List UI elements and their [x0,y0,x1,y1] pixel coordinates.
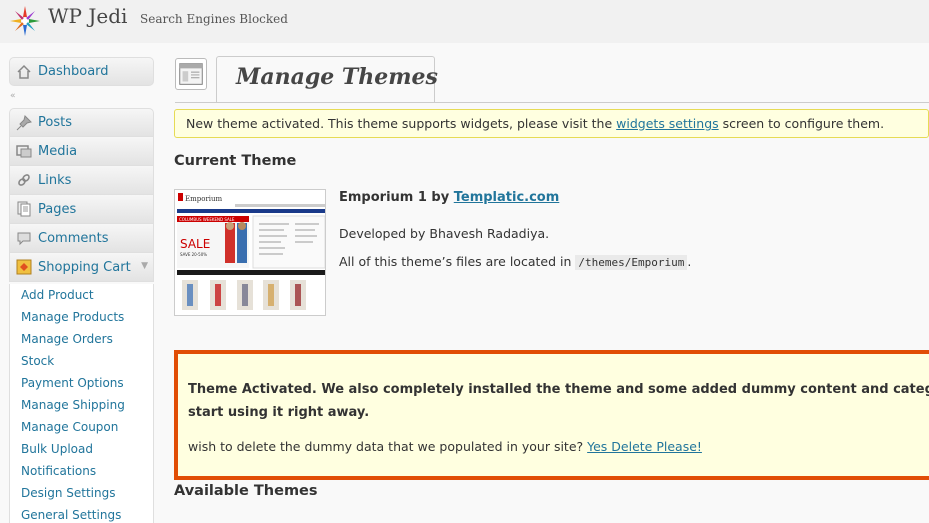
submenu-item-manage-shipping[interactable]: Manage Shipping [10,394,153,416]
theme-by: by [426,190,454,205]
cart-icon [15,258,33,276]
submenu-item-payment-options[interactable]: Payment Options [10,372,153,394]
submenu-item-general-settings[interactable]: General Settings [10,504,153,523]
theme-activation-notice: Theme Activated. We also completely inst… [174,350,929,480]
sidebar-item-label: Posts [38,115,72,130]
submenu-item-design-settings[interactable]: Design Settings [10,482,153,504]
theme-name: Emporium 1 [339,190,427,205]
current-theme-heading: Current Theme [174,153,297,169]
pages-icon [15,200,33,218]
submenu-item-bulk-upload[interactable]: Bulk Upload [10,438,153,460]
submenu-item-stock[interactable]: Stock [10,350,153,372]
yes-delete-link[interactable]: Yes Delete Please! [587,439,702,454]
pin-icon [15,114,33,132]
site-logo-icon [10,6,40,36]
home-icon [15,63,33,81]
theme-screenshot: Emporium COLUMBUS WEEKEND SALE SALE SAVE… [174,189,326,316]
thumb-banner: COLUMBUS WEEKEND SALE [179,217,235,222]
sidebar-item-pages[interactable]: Pages [9,195,154,224]
submenu-item-manage-products[interactable]: Manage Products [10,306,153,328]
widgets-notice: New theme activated. This theme supports… [174,109,929,138]
activation-message: Theme Activated. We also completely inst… [188,378,929,424]
sidebar-item-dashboard[interactable]: Dashboard [9,57,154,86]
sidebar-item-links[interactable]: Links [9,166,154,195]
tab-divider [175,102,929,103]
site-title[interactable]: WP Jedi [48,4,127,28]
themes-screen-icon [175,58,207,90]
sidebar-item-label: Media [38,143,78,159]
expand-arrow-icon[interactable]: ▼ [141,261,148,271]
delete-dummy-data-line: wish to delete the dummy data that we po… [188,439,702,454]
submenu-item-manage-orders[interactable]: Manage Orders [10,328,153,350]
comment-icon [15,229,33,247]
activation-line-2: start using it right away. [188,405,370,420]
sidebar-item-label: Links [38,172,72,188]
sidebar-item-shopping-cart[interactable]: Shopping Cart ▼ [9,253,154,282]
sidebar-item-label: Comments [38,230,109,246]
sidebar-item-media[interactable]: Media [9,137,154,166]
files-suffix: . [687,254,692,269]
media-icon [15,142,33,160]
thumb-logo: Emporium [185,195,223,203]
notice-text: New theme activated. This theme supports… [186,116,617,131]
thumb-save: SAVE 20-50% [180,252,207,257]
sidebar-item-label: Pages [38,201,77,217]
shopping-cart-submenu: Add Product Manage Products Manage Order… [9,284,154,523]
files-prefix: All of this theme’s files are located in [339,254,576,269]
sidebar-item-comments[interactable]: Comments [9,224,154,253]
submenu-item-notifications[interactable]: Notifications [10,460,153,482]
sidebar-item-posts[interactable]: Posts [9,108,154,137]
sidebar-item-label: Shopping Cart [38,259,131,275]
submenu-item-manage-coupon[interactable]: Manage Coupon [10,416,153,438]
search-engines-status: Search Engines Blocked [140,12,288,26]
delete-dummy-text: wish to delete the dummy data that we po… [188,439,588,454]
theme-name-line: Emporium 1 by Templatic.com [339,190,559,205]
thumb-sale: SALE [180,237,210,251]
theme-developer: Developed by Bhavesh Radadiya. [339,226,550,241]
sidebar-item-label: Dashboard [38,64,109,79]
link-icon [15,171,33,189]
widgets-settings-link[interactable]: widgets settings [616,116,719,131]
submenu-item-add-product[interactable]: Add Product [10,284,153,306]
theme-author-link[interactable]: Templatic.com [454,190,560,205]
collapse-menu-icon[interactable]: « [10,91,16,101]
theme-files-line: All of this theme’s files are located in… [339,254,692,270]
activation-line-1: Theme Activated. We also completely inst… [188,382,929,397]
page-title: Manage Themes [236,64,438,90]
available-themes-heading: Available Themes [174,483,318,499]
theme-path: /themes/Emporium [575,255,688,270]
notice-text-end: screen to configure them. [718,116,885,131]
admin-header: WP Jedi Search Engines Blocked [0,0,929,43]
